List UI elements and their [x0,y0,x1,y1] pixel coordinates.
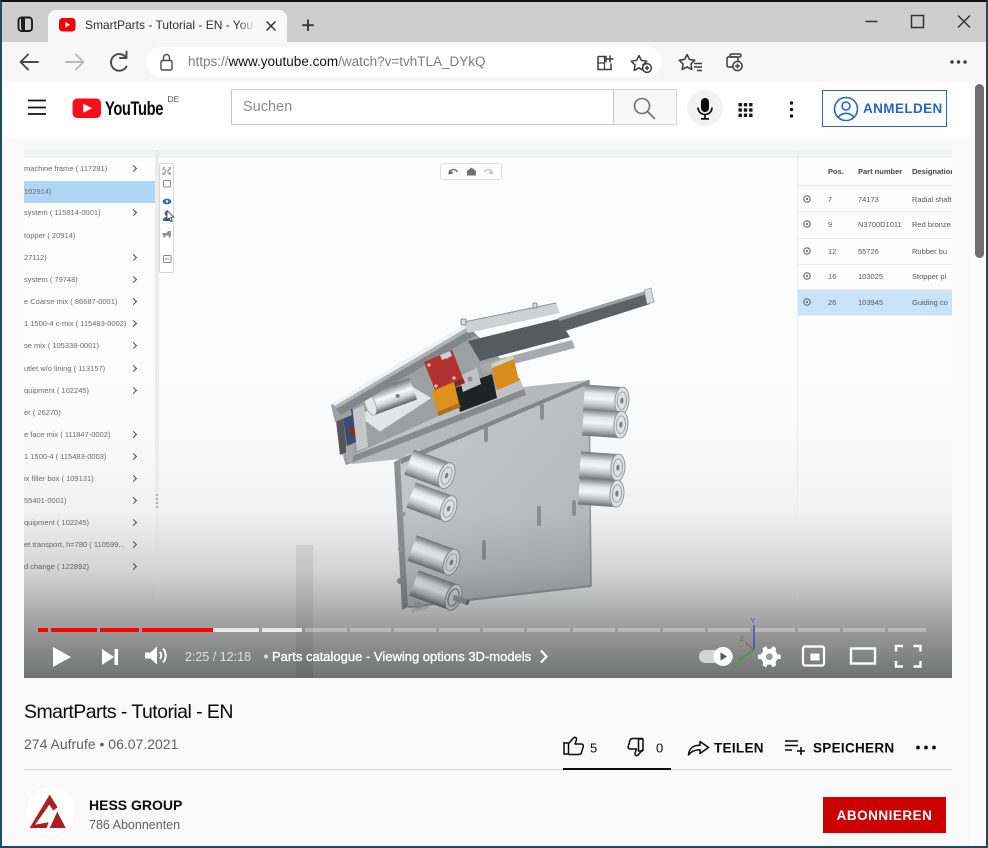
svg-text:Radial shaft: Radial shaft [912,195,952,204]
svg-text:7: 7 [828,195,832,204]
svg-text:Guiding co: Guiding co [912,298,948,307]
svg-text:12: 12 [828,247,836,256]
svg-text:2:25 / 12:18: 2:25 / 12:18 [185,650,251,664]
svg-text:Part number: Part number [858,167,902,176]
svg-text:9: 9 [828,220,832,229]
svg-text:YouTube: YouTube [105,99,163,120]
svg-text:0: 0 [656,741,663,756]
svg-text:Rubber bu: Rubber bu [912,247,947,256]
svg-text:SPEICHERN: SPEICHERN [813,741,894,756]
svg-text:Z: Z [740,636,744,643]
svg-text:Stopper pl: Stopper pl [912,272,947,281]
svg-text:DE: DE [168,94,180,104]
svg-text:5: 5 [590,741,597,756]
svg-text:103945: 103945 [858,298,883,307]
svg-text:26: 26 [828,298,836,307]
svg-text:TEILEN: TEILEN [714,741,764,756]
svg-text:Pos.: Pos. [828,167,844,176]
svg-text:Red bronze: Red bronze [912,220,951,229]
svg-text:16: 16 [828,272,836,281]
svg-text:Designation: Designation [912,167,952,176]
svg-text:N3700D1011: N3700D1011 [858,220,902,229]
svg-text:Y: Y [751,616,756,625]
svg-text:Parts catalogue - Viewing opti: Parts catalogue - Viewing options 3D-mod… [272,649,532,664]
svg-text:55726: 55726 [858,247,879,256]
svg-text:74173: 74173 [858,195,879,204]
svg-text:103025: 103025 [858,272,883,281]
svg-text:X: X [735,661,740,670]
